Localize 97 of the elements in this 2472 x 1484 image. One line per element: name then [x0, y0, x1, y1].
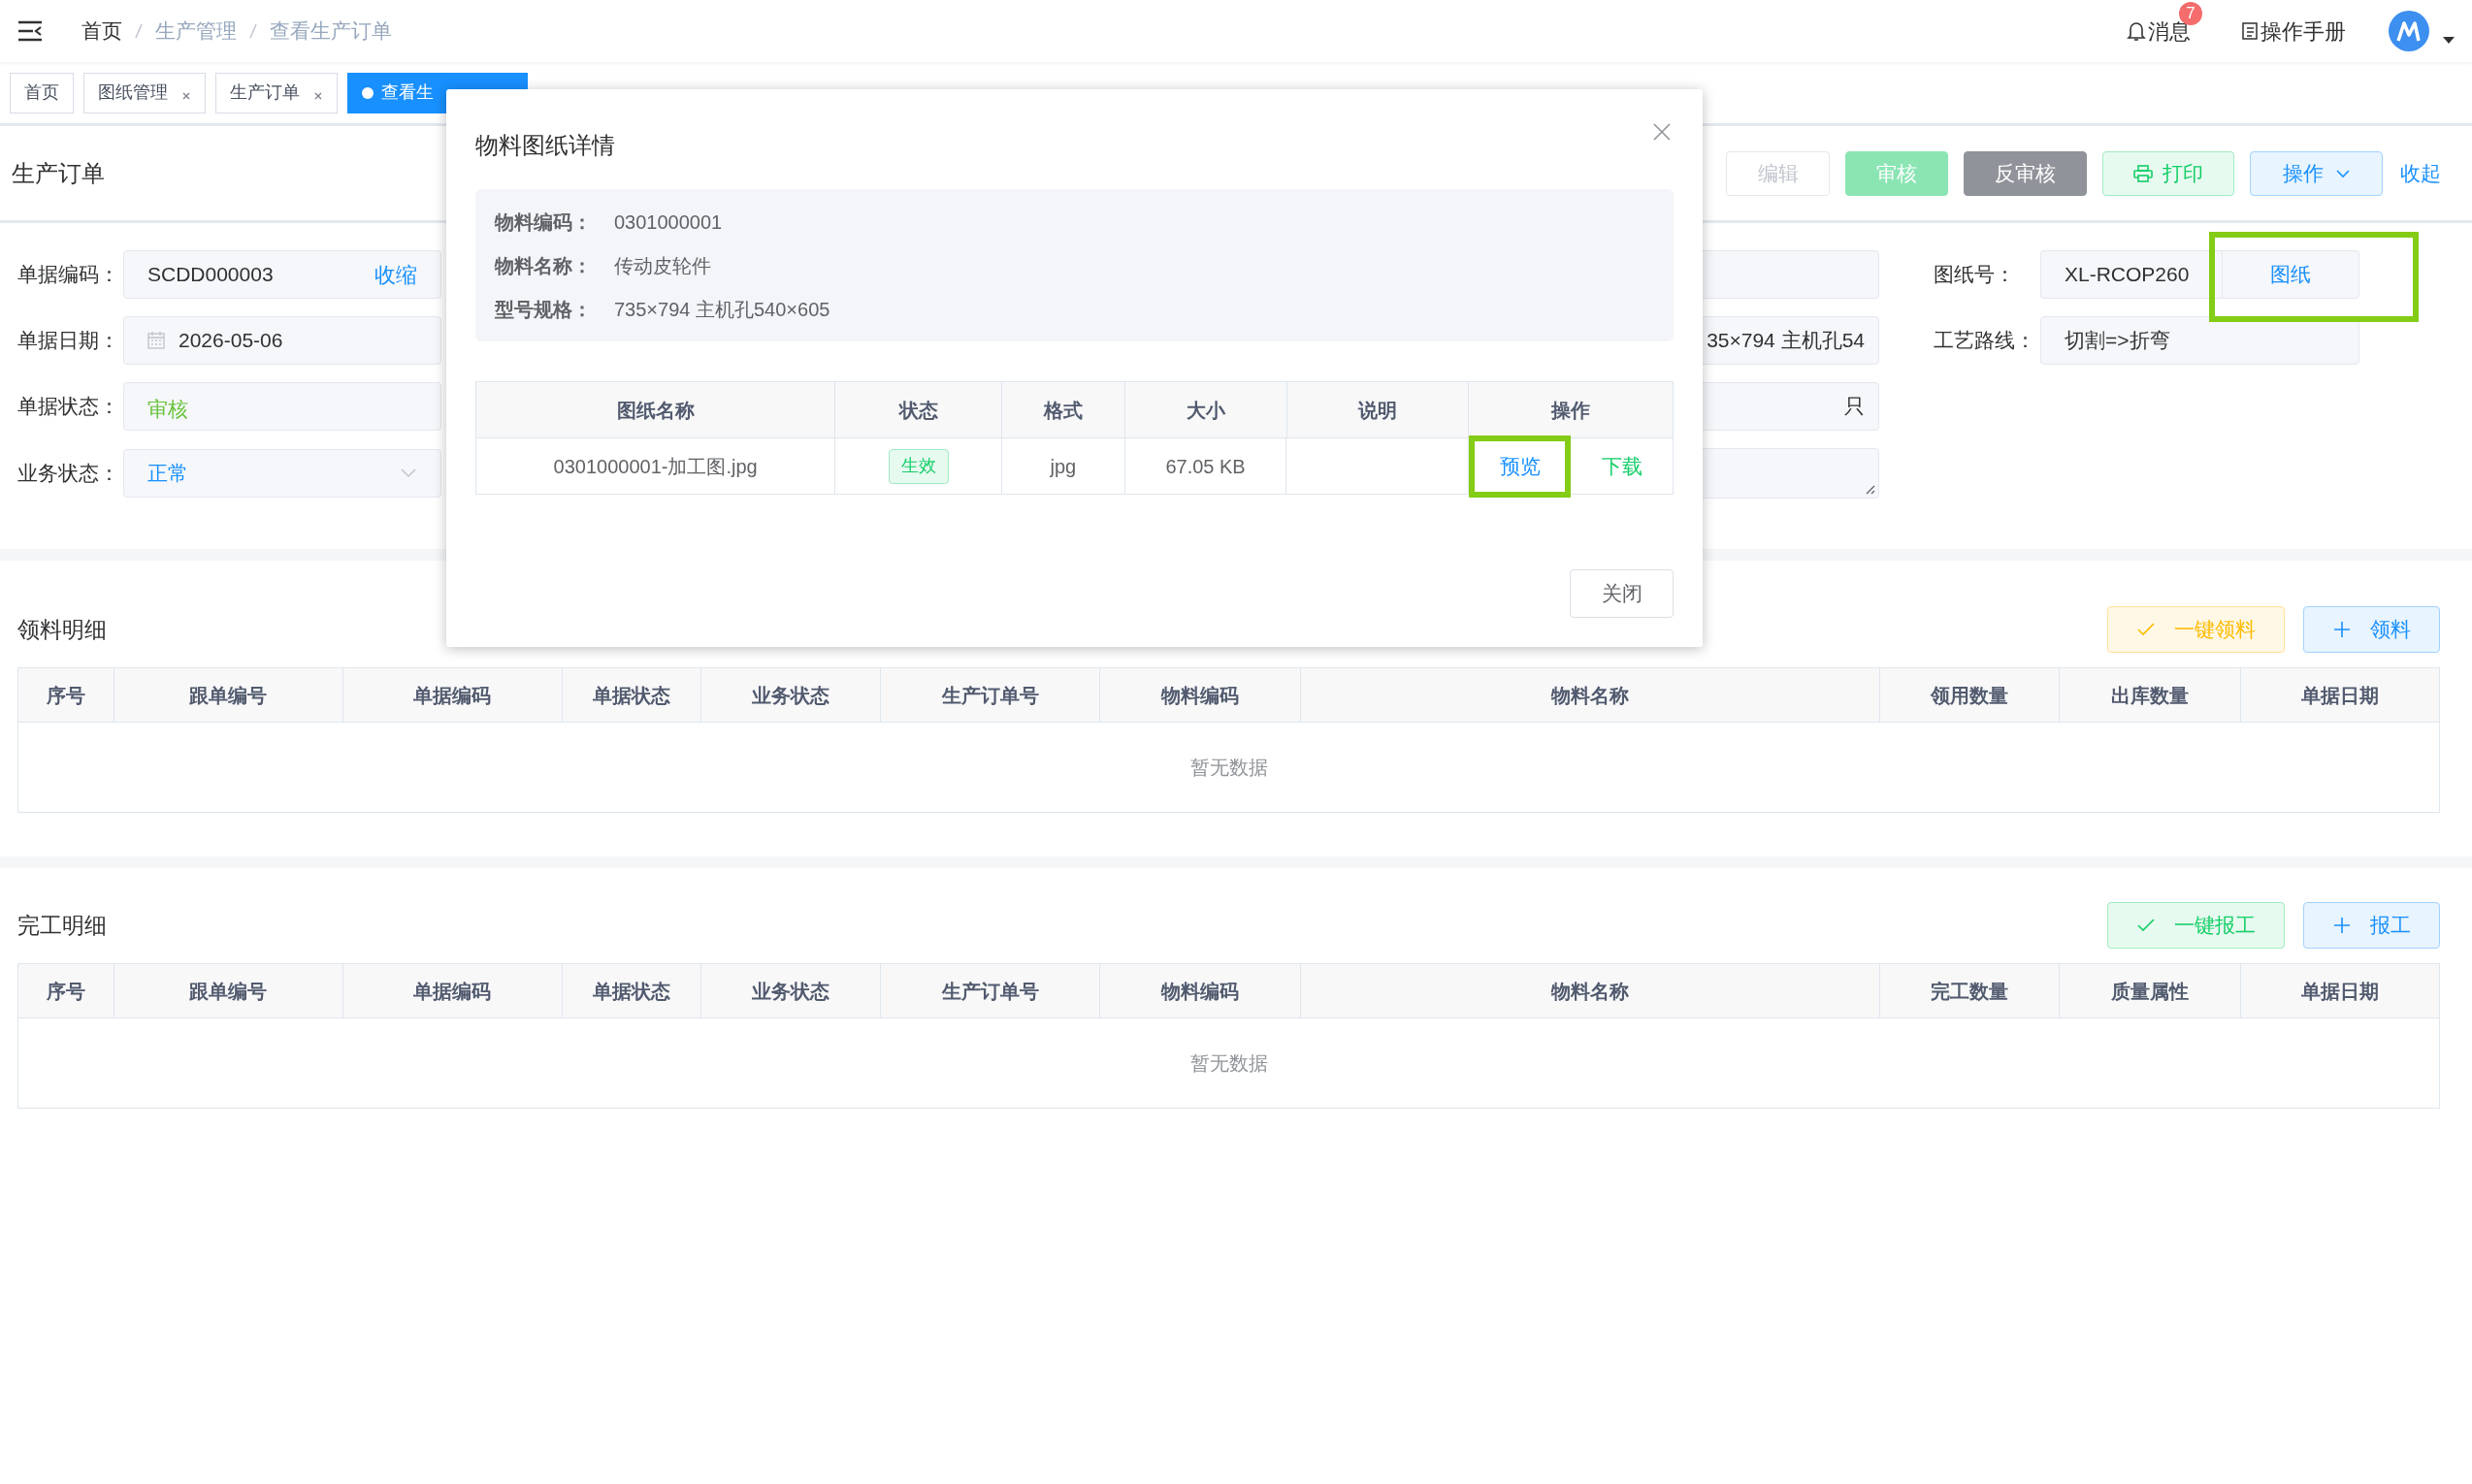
separator-icon [246, 21, 260, 41]
column-header: 出库数量 [2060, 668, 2242, 722]
section-title: 完工明细 [17, 911, 107, 940]
column-header: 跟单编号 [114, 964, 343, 1017]
manual-link[interactable]: 操作手册 [2261, 15, 2346, 48]
column-header: 跟单编号 [114, 668, 343, 722]
check-icon [2136, 623, 2155, 636]
tab[interactable]: 图纸管理 [83, 72, 206, 113]
info-label: 物料名称： [495, 253, 593, 278]
active-dot-icon [362, 86, 374, 99]
column-header: 物料名称 [1300, 668, 1881, 722]
info-value: 传动皮轮件 [614, 253, 711, 278]
field-label: 业务状态： [17, 461, 120, 487]
avatar[interactable] [2389, 11, 2429, 51]
table-cell: 67.05 KB [1124, 438, 1287, 494]
plus-icon [2332, 917, 2351, 934]
document-icon[interactable] [2241, 21, 2259, 41]
field-label: 工艺路线： [1934, 328, 2036, 354]
caret-icon[interactable] [2443, 37, 2455, 45]
field-label: 单据状态： [17, 394, 120, 420]
column-header: 序号 [18, 964, 114, 1017]
column-header: 完工数量 [1880, 964, 2061, 1017]
preview-link[interactable]: 预览 [1469, 435, 1571, 498]
add-button[interactable]: 领料 [2303, 606, 2440, 653]
menu-icon[interactable] [17, 20, 43, 42]
action-button[interactable]: 编辑 [1726, 150, 1830, 196]
printer-icon [2133, 164, 2153, 182]
tab[interactable]: 生产订单 [215, 72, 338, 113]
column-header: 质量属性 [2060, 964, 2242, 1017]
bell-icon[interactable] [2127, 20, 2146, 42]
status-tag: 生效 [888, 448, 949, 484]
section-title: 领料明细 [17, 615, 107, 644]
column-header: 物料编码 [1100, 964, 1301, 1017]
column-header: 单据状态 [562, 964, 702, 1017]
check-icon [2136, 919, 2155, 932]
drawing-number-field: XL-RCOP260 [2040, 250, 2222, 299]
drawing-button[interactable]: 图纸 [2222, 250, 2359, 299]
action-button[interactable]: 反审核 [1964, 150, 2087, 196]
column-header: 操作 [1469, 382, 1673, 437]
close-button[interactable]: 关闭 [1570, 569, 1674, 618]
column-header: 生产订单号 [881, 964, 1101, 1017]
breadcrumb-link[interactable]: 生产管理 [155, 16, 237, 47]
column-header: 单据编码 [342, 964, 563, 1017]
column-header: 领用数量 [1880, 668, 2061, 722]
close-icon[interactable] [181, 90, 191, 101]
field-label: 单据编码： [17, 262, 120, 288]
breadcrumb-link[interactable]: 首页 [81, 16, 122, 47]
column-header: 单据状态 [562, 668, 702, 722]
code-field: SCDD000003 收缩 [123, 250, 441, 299]
info-label: 物料编码： [495, 210, 593, 235]
column-header: 业务状态 [701, 964, 882, 1017]
field-label: 单据日期： [17, 328, 120, 354]
empty-text: 暂无数据 [1189, 756, 1268, 780]
collapse-link[interactable]: 收起 [2400, 157, 2441, 189]
action-button[interactable]: 打印 [2102, 150, 2234, 196]
resize-handle-icon[interactable] [1864, 483, 1875, 495]
batch-button[interactable]: 一键领料 [2107, 606, 2285, 653]
column-header: 说明 [1286, 382, 1470, 437]
status-field: 审核 [123, 382, 441, 431]
column-header: 单据编码 [342, 668, 563, 722]
dialog-title: 物料图纸详情 [475, 131, 615, 160]
column-header: 物料编码 [1100, 668, 1301, 722]
column-header: 物料名称 [1300, 964, 1881, 1017]
batch-button[interactable]: 一键报工 [2107, 902, 2285, 949]
column-header: 状态 [835, 382, 1003, 437]
column-header: 单据日期 [2241, 668, 2439, 722]
date-field[interactable]: 2026-05-06 [123, 316, 441, 365]
column-header: 大小 [1124, 382, 1287, 437]
field-label: 图纸号： [1934, 262, 2016, 288]
empty-text: 暂无数据 [1189, 1051, 1268, 1076]
separator-icon [132, 21, 146, 41]
route-field: 切割=>折弯 [2040, 316, 2359, 365]
column-header: 序号 [18, 668, 114, 722]
info-value: 0301000001 [614, 210, 723, 235]
close-icon[interactable] [1653, 123, 1671, 141]
column-header: 格式 [1002, 382, 1125, 437]
tab[interactable]: 首页 [10, 72, 74, 113]
column-header: 图纸名称 [476, 382, 836, 437]
column-header: 业务状态 [701, 668, 882, 722]
page-title: 生产订单 [12, 158, 105, 188]
info-label: 型号规格： [495, 297, 593, 322]
download-link[interactable]: 下载 [1571, 435, 1673, 498]
column-header: 生产订单号 [881, 668, 1101, 722]
collapse-link[interactable]: 收缩 [374, 258, 417, 291]
chevron-down-icon [2334, 168, 2351, 178]
chevron-down-icon [400, 468, 417, 478]
add-button[interactable]: 报工 [2303, 902, 2440, 949]
close-icon[interactable] [313, 90, 323, 101]
table-cell: 0301000001-加工图.jpg [476, 438, 836, 494]
calendar-icon [147, 332, 165, 349]
info-value: 735×794 主机孔540×605 [614, 297, 830, 322]
breadcrumb-link[interactable]: 查看生产订单 [270, 16, 392, 47]
dropdown-button[interactable]: 操作 [2250, 150, 2383, 196]
plus-icon [2332, 621, 2351, 638]
column-header: 单据日期 [2241, 964, 2439, 1017]
table-cell: jpg [1001, 438, 1125, 494]
select-field[interactable]: 正常 [123, 449, 441, 498]
